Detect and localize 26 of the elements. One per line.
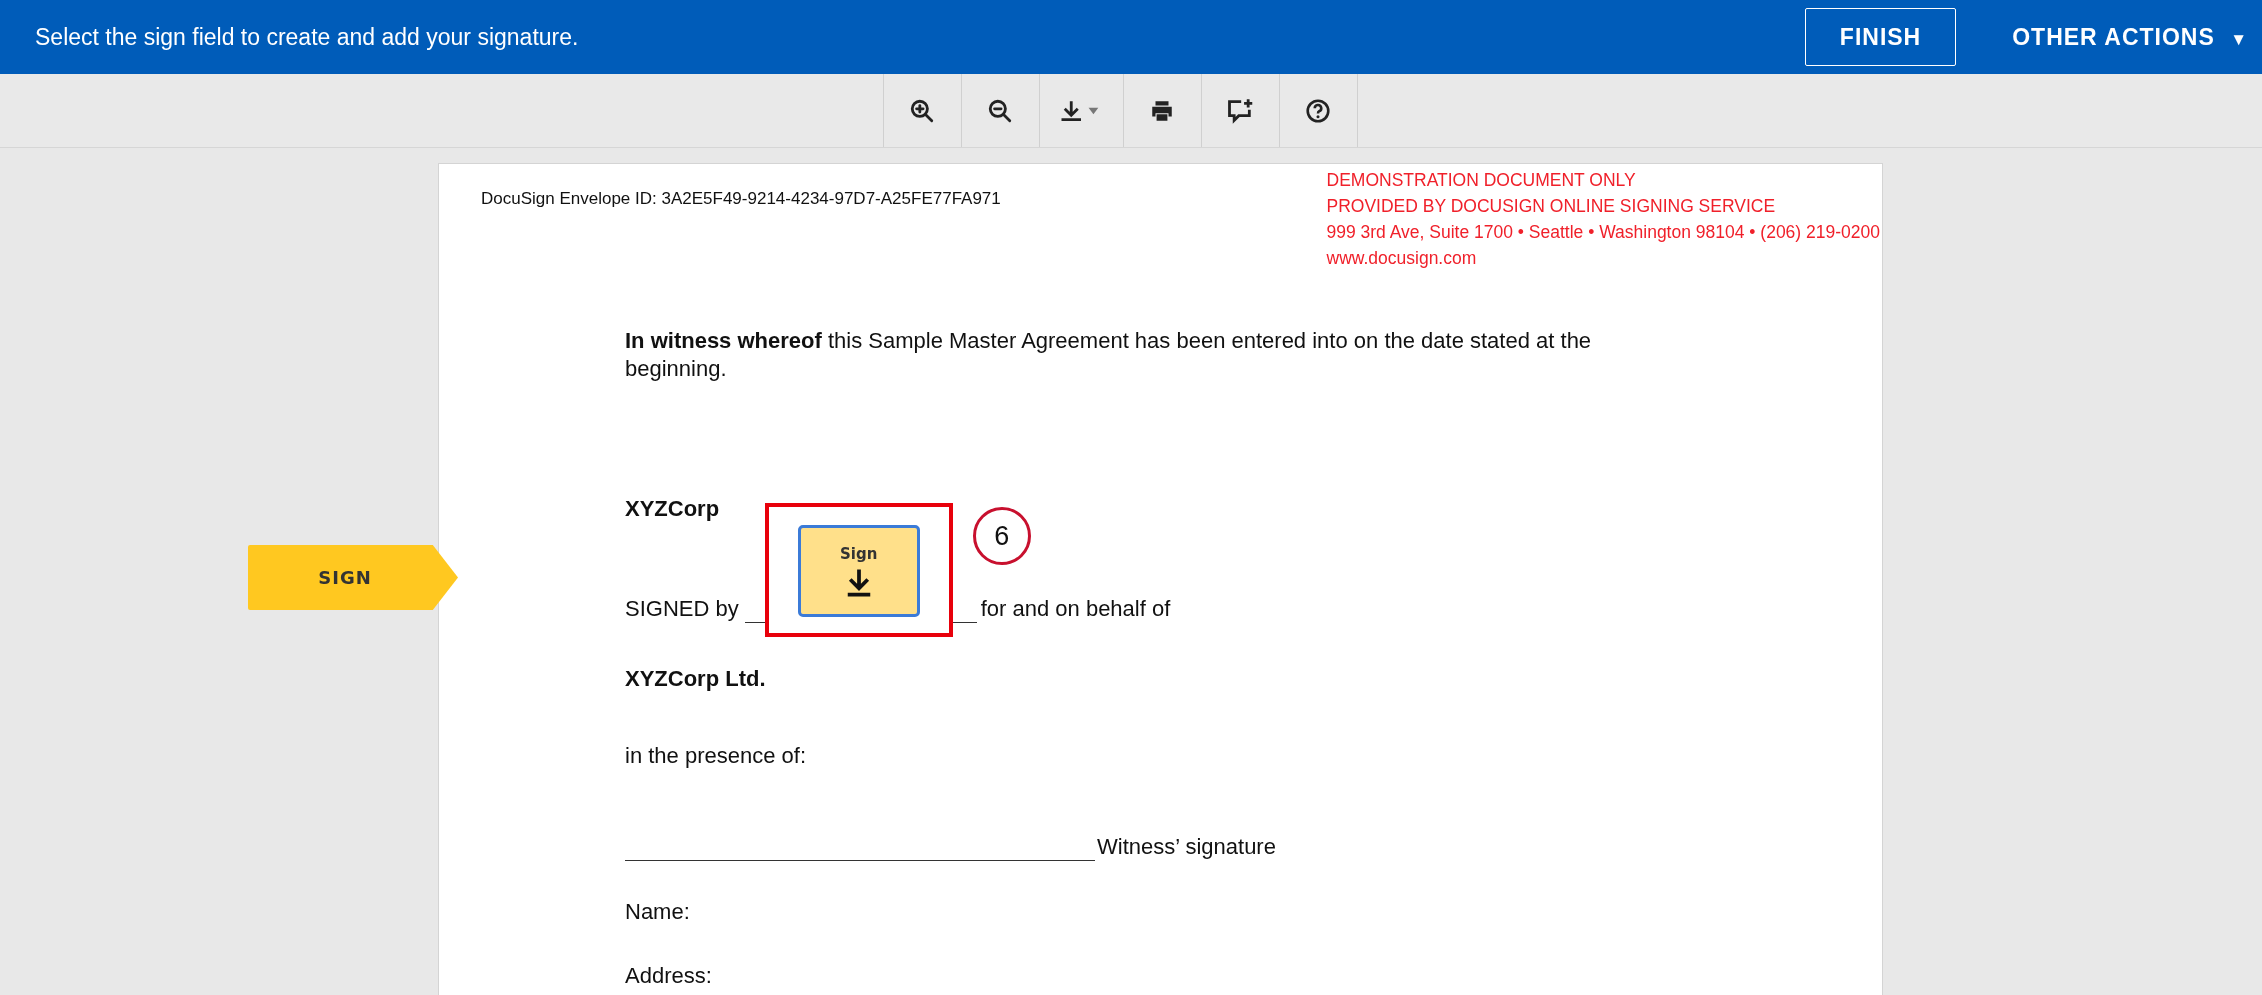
sign-field[interactable]: Sign [797,525,920,617]
notice-line: PROVIDED BY DOCUSIGN ONLINE SIGNING SERVICE [1326,195,1777,218]
body-paragraph: In witness whereof this Sample Master Agreement has been entered into on the date stated at the beginning. [625,327,1593,383]
company-name: XYZCorp Ltd. [625,665,767,693]
finish-button[interactable]: FINISH [1804,8,1957,66]
notice-line: DEMONSTRATION DOCUMENT ONLY [1326,169,1637,192]
behalf-label: for and on behalf of [980,595,1171,623]
presence-label: in the presence of: [625,742,807,770]
add-comment-icon [1226,96,1254,125]
signature-line [744,622,765,623]
signature-line [952,622,977,623]
step-number: 6 [972,507,1031,565]
other-actions-menu-button[interactable]: OTHER ACTIONS ▼ [2012,8,2262,66]
sign-tag[interactable]: SIGN [248,545,458,610]
zoom-out-icon [987,97,1013,124]
notice-line: www.docusign.com [1326,247,1478,270]
help-icon [1305,97,1331,124]
instruction-text: Select the sign field to create and add your signature. [35,23,579,51]
zoom-in-icon [909,97,935,124]
envelope-id: DocuSign Envelope ID: 3A2E5F49-9214-4234-97D7-A25FE77FA971 [481,189,1001,210]
address-label: Address: [625,962,713,990]
signed-by-label: SIGNED by [625,595,739,623]
name-label: Name: [625,898,691,926]
witness-label: Witness’ signature [1097,833,1276,861]
company-name: XYZCorp [625,495,721,523]
notice-line: 999 3rd Ave, Suite 1700 • Seattle • Washington 98104 • (206) 219-0200 [1326,221,1880,244]
